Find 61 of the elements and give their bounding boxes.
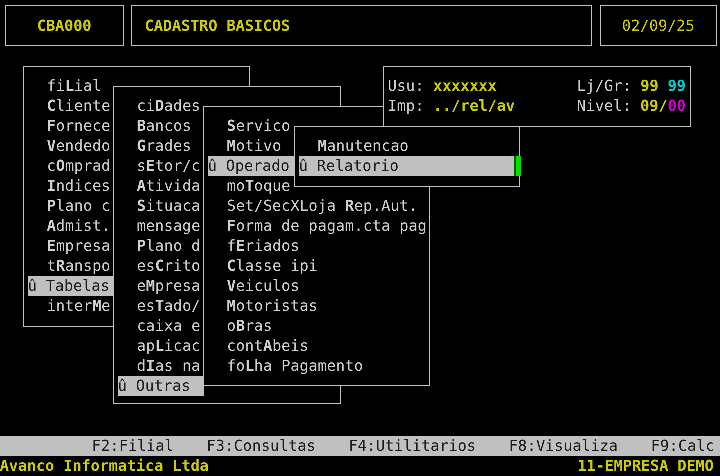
field-value: 09/ bbox=[640, 96, 668, 116]
field-value: 99 bbox=[640, 76, 659, 96]
menu-item[interactable]: Indices bbox=[28, 176, 111, 196]
menu-item[interactable]: Motoristas bbox=[208, 296, 318, 316]
field-label: Nivel: bbox=[577, 96, 632, 116]
menu-item[interactable]: Ativida bbox=[118, 176, 201, 196]
field-label: Usu: bbox=[388, 76, 424, 96]
menu-item[interactable]: Classe ipi bbox=[208, 256, 318, 276]
screen-title: CADASTRO BASICOS bbox=[145, 16, 290, 36]
menu-item[interactable]: Servico bbox=[208, 116, 291, 136]
menu-item[interactable]: sEtor/c bbox=[118, 156, 201, 176]
menu-item[interactable]: Empresa bbox=[28, 236, 111, 256]
field-label: Lj/Gr: bbox=[577, 76, 632, 96]
field-value: 99 bbox=[668, 76, 686, 96]
menu-item[interactable]: Plano d bbox=[118, 236, 201, 256]
program-code: CBA000 bbox=[37, 16, 92, 36]
menu-item[interactable]: û Tabelas bbox=[28, 276, 113, 296]
function-key[interactable]: F4:Utilitarios bbox=[348, 436, 476, 456]
menu-item[interactable]: dIas na bbox=[118, 356, 201, 376]
menu-item[interactable]: Grades bbox=[118, 136, 192, 156]
menu-item[interactable]: û Operado bbox=[208, 156, 294, 176]
menu-item[interactable]: eMpresa bbox=[118, 276, 201, 296]
menu-item[interactable]: Motivo bbox=[208, 136, 282, 156]
function-key[interactable]: F9:Calc bbox=[651, 436, 715, 456]
menu-item[interactable]: cOmprad bbox=[28, 156, 111, 176]
function-key[interactable]: F3:Consultas bbox=[206, 436, 316, 456]
branch-name: 11-EMPRESA DEMO bbox=[578, 456, 714, 476]
menu-item[interactable]: Manutencao bbox=[299, 136, 409, 156]
menu-item[interactable]: Admist. bbox=[28, 216, 111, 236]
date-text: 02/09/25 bbox=[622, 16, 695, 36]
menu-item[interactable]: Vendedo bbox=[28, 136, 111, 156]
menu-item[interactable]: tRanspo bbox=[28, 256, 111, 276]
menu-item[interactable]: caixa e bbox=[118, 316, 201, 336]
field-label: Imp: bbox=[388, 96, 424, 116]
menu-item[interactable]: ciDades bbox=[118, 96, 201, 116]
field-value: 00 bbox=[668, 96, 686, 116]
menu-item[interactable]: foLha Pagamento bbox=[208, 356, 364, 376]
menu-item[interactable]: Situaca bbox=[118, 196, 201, 216]
menu-item[interactable]: Forma de pagam.cta pag bbox=[208, 216, 427, 236]
menu-item[interactable]: interMe bbox=[28, 296, 111, 316]
company-name: Avanco Informatica Ltda bbox=[0, 456, 210, 476]
function-key[interactable]: F2:Filial bbox=[92, 436, 174, 456]
field-value: xxxxxxx bbox=[433, 76, 497, 96]
field-value: ../rel/av bbox=[433, 96, 516, 116]
function-key[interactable]: F8:Visualiza bbox=[509, 436, 618, 456]
menu-item[interactable]: fiLial bbox=[28, 76, 102, 96]
menu-item[interactable]: esTado/ bbox=[118, 296, 201, 316]
menu-item[interactable]: esCrito bbox=[118, 256, 201, 276]
menu-item[interactable]: oBras bbox=[208, 316, 272, 336]
menu-item[interactable]: mensage bbox=[118, 216, 201, 236]
menu-item[interactable]: Cliente bbox=[28, 96, 111, 116]
menu-item[interactable]: fEriados bbox=[208, 236, 300, 256]
menu-item[interactable]: Set/SecXLoja Rep.Aut. bbox=[208, 196, 418, 216]
menu-item[interactable]: contAbeis bbox=[208, 336, 309, 356]
menu-item[interactable]: Bancos bbox=[118, 116, 192, 136]
menu-item[interactable]: apLicac bbox=[118, 336, 201, 356]
menu-item[interactable]: moToque bbox=[208, 176, 291, 196]
menu-item[interactable]: û Outras bbox=[118, 376, 204, 396]
menu-item[interactable]: Veiculos bbox=[208, 276, 300, 296]
menu-item[interactable]: Plano c bbox=[28, 196, 111, 216]
menu-item[interactable]: Fornece bbox=[28, 116, 111, 136]
